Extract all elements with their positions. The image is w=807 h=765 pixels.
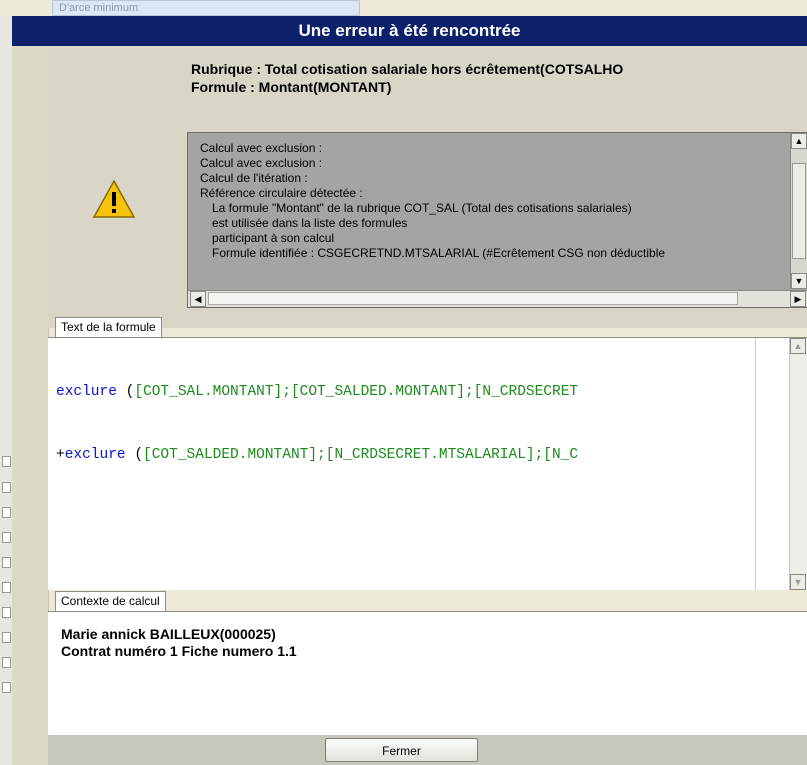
error-summary: Rubrique : Total cotisation salariale ho…: [191, 60, 801, 96]
message-line: Calcul avec exclusion :: [200, 141, 323, 155]
scroll-right-arrow-icon[interactable]: ▶: [790, 291, 806, 307]
close-button[interactable]: Fermer: [325, 738, 478, 762]
context-text: Marie annick BAILLEUX(000025) Contrat nu…: [61, 626, 297, 660]
formula-operator: +: [56, 447, 65, 463]
tree-marker: [2, 557, 11, 568]
scroll-left-arrow-icon[interactable]: ◀: [190, 291, 206, 307]
formula-paren: (: [116, 384, 135, 400]
scroll-up-arrow-icon[interactable]: ▲: [791, 133, 807, 149]
tree-marker: [2, 607, 11, 618]
formula-arguments: [COT_SALDED.MONTANT];[N_CRDSECRET.MTSALA…: [143, 447, 579, 463]
message-horizontal-scroll-thumb[interactable]: [208, 292, 738, 305]
tree-marker: [2, 532, 11, 543]
dialog-footer: Fermer: [48, 735, 807, 765]
background-field: D'arce minimum: [52, 0, 360, 16]
error-dialog: Une erreur à été rencontrée Rubrique : T…: [12, 16, 807, 765]
message-line: Formule identifiée : CSGECRETND.MTSALARI…: [212, 246, 666, 260]
message-line: Calcul de l'itération :: [200, 171, 308, 185]
context-line: Contrat numéro 1 Fiche numero 1.1: [61, 643, 297, 659]
tab-calculation-context[interactable]: Contexte de calcul: [55, 591, 166, 611]
tree-marker: [2, 482, 11, 493]
message-vertical-scrollbar[interactable]: ▲ ▼: [790, 133, 807, 289]
dialog-title: Une erreur à été rencontrée: [12, 16, 807, 46]
formula-line: +exclure ([COT_SALDED.MONTANT];[N_CRDSEC…: [56, 445, 751, 466]
error-message-box[interactable]: Calcul avec exclusion : Calcul avec excl…: [187, 132, 807, 308]
error-header-panel: Rubrique : Total cotisation salariale ho…: [48, 46, 807, 328]
error-message-text: Calcul avec exclusion : Calcul avec excl…: [200, 141, 794, 289]
formula-vertical-scrollbar[interactable]: ▲ ▼: [789, 338, 807, 590]
scroll-down-arrow-icon[interactable]: ▼: [791, 273, 807, 289]
formula-function: exclure: [56, 384, 117, 400]
context-line: Marie annick BAILLEUX(000025): [61, 626, 276, 642]
calculation-context-area: Marie annick BAILLEUX(000025) Contrat nu…: [48, 611, 807, 736]
message-line: La formule "Montant" de la rubrique COT_…: [212, 201, 632, 215]
background-app-strip: D'arce minimum: [0, 0, 807, 16]
message-line: Référence circulaire détectée :: [200, 186, 363, 200]
formula-text-area[interactable]: exclure ([COT_SAL.MONTANT];[COT_SALDED.M…: [48, 337, 807, 590]
formula-line: exclure ([COT_SAL.MONTANT];[COT_SALDED.M…: [56, 382, 751, 403]
scroll-down-arrow-icon[interactable]: ▼: [790, 574, 806, 590]
formula-arguments: [COT_SAL.MONTANT];[COT_SALDED.MONTANT];[…: [134, 384, 579, 400]
warning-triangle-icon: [92, 179, 136, 218]
dialog-left-column: [12, 46, 49, 765]
formula-margin-line: [755, 338, 756, 590]
tree-marker: [2, 507, 11, 518]
tree-marker: [2, 657, 11, 668]
tree-marker: [2, 456, 11, 467]
message-line: Calcul avec exclusion :: [200, 156, 323, 170]
formula-code[interactable]: exclure ([COT_SAL.MONTANT];[COT_SALDED.M…: [56, 340, 751, 508]
message-line: est utilisée dans la liste des formules: [212, 216, 408, 230]
message-vertical-scroll-thumb[interactable]: [792, 163, 806, 259]
tree-marker: [2, 582, 11, 593]
message-line: participant à son calcul: [212, 231, 335, 245]
formule-line: Formule : Montant(MONTANT): [191, 79, 392, 95]
formula-function: exclure: [64, 447, 126, 463]
tree-marker: [2, 682, 11, 693]
message-horizontal-scrollbar[interactable]: ◀ ▶: [188, 290, 807, 307]
scroll-up-arrow-icon[interactable]: ▲: [790, 338, 806, 354]
formula-paren: (: [125, 447, 144, 463]
rubrique-line: Rubrique : Total cotisation salariale ho…: [191, 61, 624, 77]
tab-formula-text[interactable]: Text de la formule: [55, 317, 162, 337]
tree-marker: [2, 632, 11, 643]
